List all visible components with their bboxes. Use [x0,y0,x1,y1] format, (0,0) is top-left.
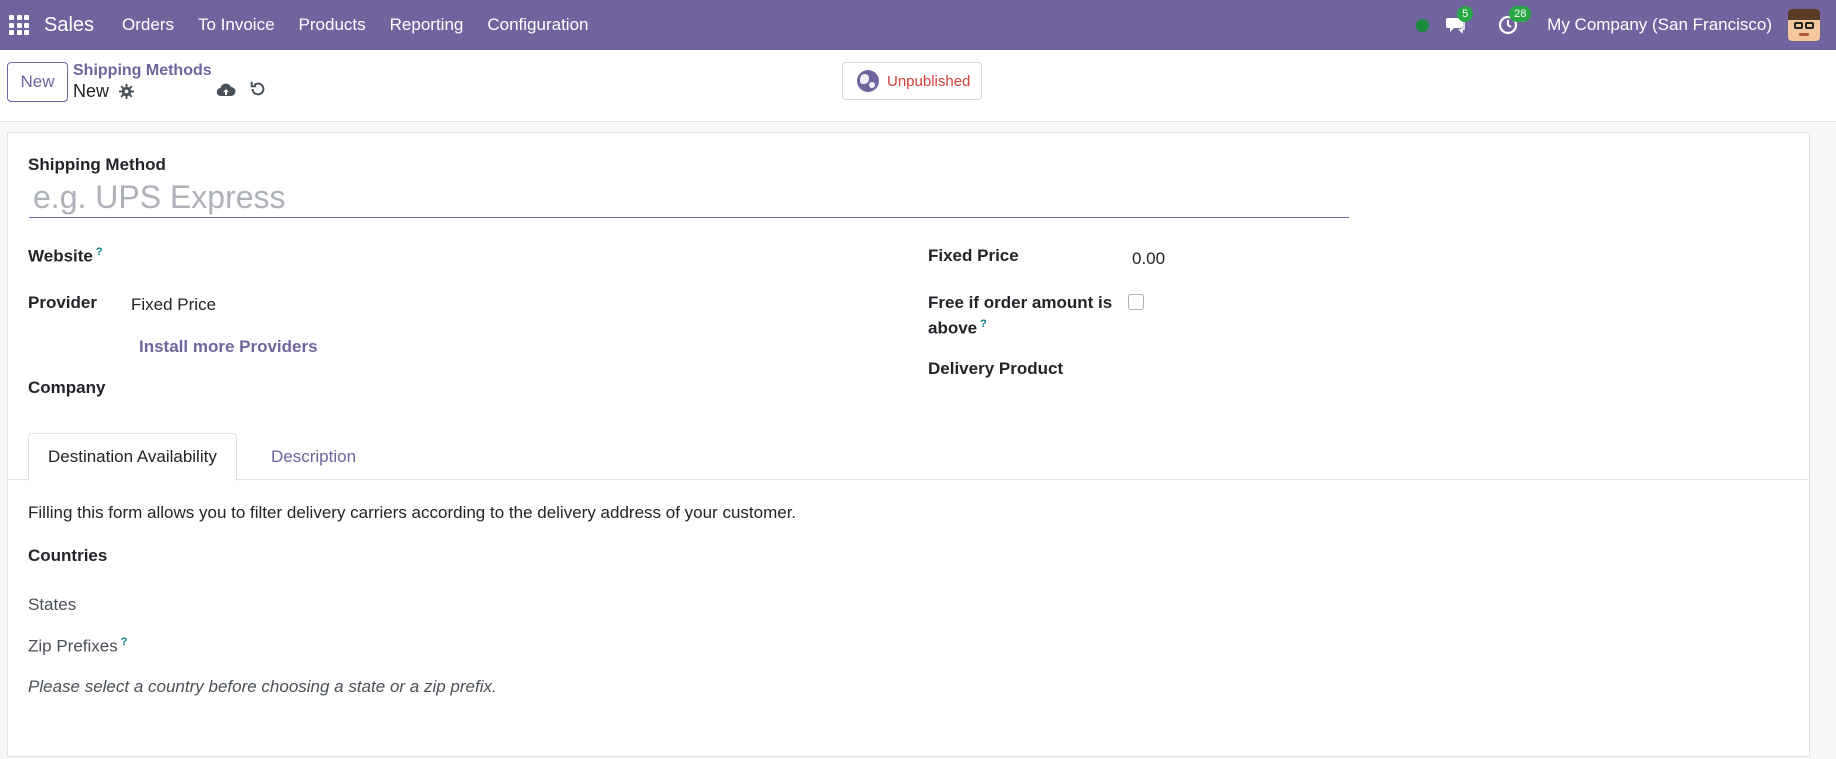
free-if-label-line2-text: above [928,318,978,338]
destination-intro-text: Filling this form allows you to filter d… [28,503,797,522]
website-label: Website? [28,246,103,267]
countries-label: Countries [28,546,108,565]
app-brand[interactable]: Sales [44,14,94,37]
globe-icon [857,70,879,92]
zip-help-icon[interactable]: ? [121,636,128,648]
online-status-icon [1416,18,1430,32]
company-label: Company [28,378,106,397]
messaging-button[interactable]: 5 [1443,6,1474,38]
publish-status: Unpublished [887,72,971,90]
fixed-price-input[interactable]: 0.00 [1132,249,1165,269]
menu-item-configuration[interactable]: Configuration [487,15,588,35]
new-button[interactable]: New [7,62,68,102]
zip-prefixes-label-text: Zip Prefixes [28,636,118,656]
shipping-method-label: Shipping Method [28,155,166,174]
website-help-icon[interactable]: ? [96,246,103,258]
messages-badge: 5 [1457,6,1474,22]
company-switcher[interactable]: My Company (San Francisco) [1547,15,1772,35]
menu-item-orders[interactable]: Orders [122,15,174,35]
discard-icon[interactable] [249,80,267,98]
states-label: States [28,595,77,614]
provider-select[interactable]: Fixed Price [131,295,216,315]
form-sheet: Shipping Method Website? Provider Fixed … [7,132,1810,757]
notebook-tabs: Destination Availability Description [8,433,1809,481]
country-required-note: Please select a country before choosing … [28,677,497,696]
user-avatar[interactable] [1788,9,1820,41]
control-panel: New Shipping Methods New Unpublished [0,50,1836,122]
shipping-method-name-input[interactable] [29,178,1349,218]
website-label-text: Website [28,246,93,266]
free-over-checkbox[interactable] [1128,294,1144,310]
menu-item-products[interactable]: Products [299,15,366,35]
menu-item-to-invoice[interactable]: To Invoice [198,15,275,35]
free-if-label-line2: above? [928,318,987,339]
navbar-systray: 5 28 My Company (San Francisco) [1416,0,1836,50]
menu-item-reporting[interactable]: Reporting [390,15,464,35]
activities-badge: 28 [1509,6,1532,22]
app-menu-grid-icon[interactable] [9,15,29,35]
breadcrumb-current: New [73,81,135,102]
breadcrumb-shipping-methods[interactable]: Shipping Methods [73,62,212,80]
activities-button[interactable]: 28 [1495,6,1532,38]
provider-label: Provider [28,293,97,312]
publish-toggle-button[interactable]: Unpublished [842,62,982,100]
delivery-product-label: Delivery Product [928,359,1064,378]
tab-description[interactable]: Description [252,433,375,480]
fixed-price-label: Fixed Price [928,246,1019,265]
breadcrumb-current-label: New [73,81,110,101]
main-menu: Orders To Invoice Products Reporting Con… [110,15,600,35]
free-if-label-line1: Free if order amount is [928,293,1113,312]
cloud-upload-icon[interactable] [216,80,236,100]
tab-destination-availability[interactable]: Destination Availability [28,433,237,481]
top-navbar: Sales Orders To Invoice Products Reporti… [0,0,1836,50]
zip-prefixes-label: Zip Prefixes? [28,636,127,657]
install-more-providers-link[interactable]: Install more Providers [139,337,318,357]
free-if-help-icon[interactable]: ? [980,318,987,330]
gear-icon[interactable] [119,84,135,99]
